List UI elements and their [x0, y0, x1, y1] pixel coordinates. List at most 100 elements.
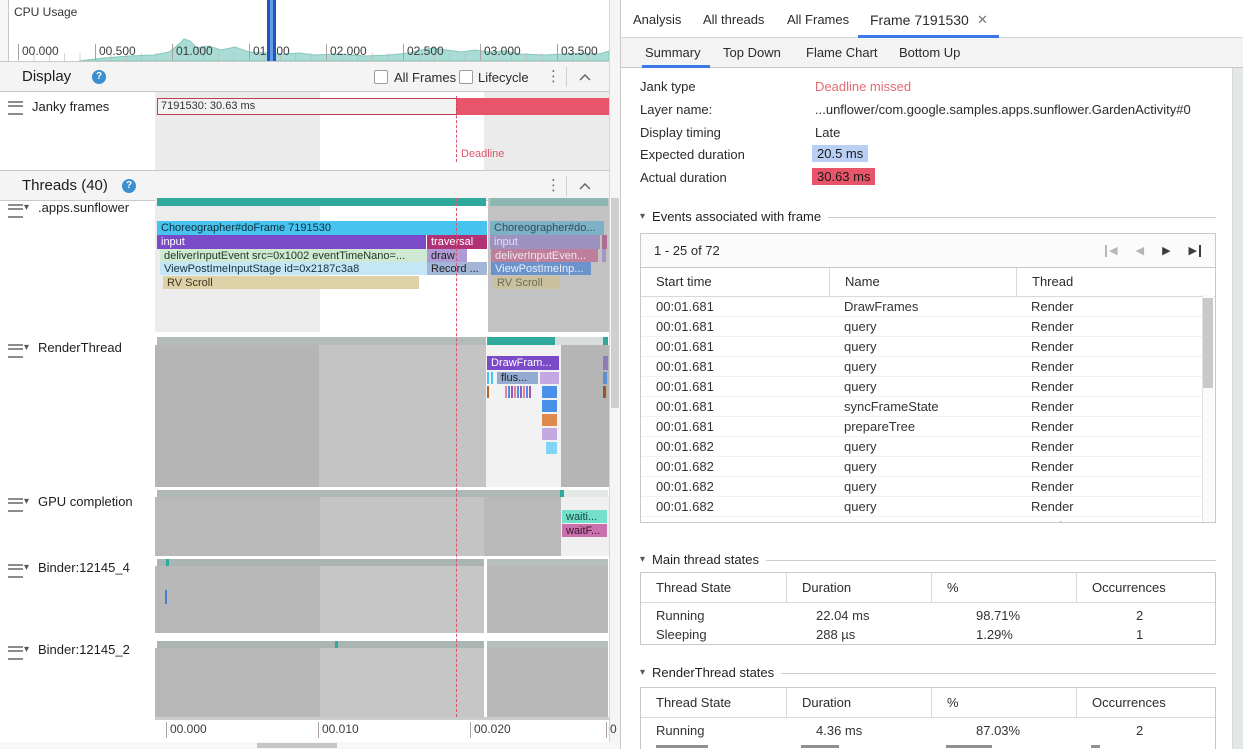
vertical-scrollbar-thumb[interactable]: [611, 198, 619, 408]
tab-analysis[interactable]: Analysis: [633, 12, 681, 27]
trace-event-sliver[interactable]: [602, 249, 606, 262]
table-row[interactable]: 00:01.681syncFrameStateRender: [641, 397, 1215, 417]
trace-event-deliver-input-dim[interactable]: deliverInputEven...: [491, 249, 598, 262]
janky-frame-chip[interactable]: 7191530: 30.63 ms: [157, 98, 457, 115]
table-row[interactable]: 00:01.681queryRender: [641, 317, 1215, 337]
expand-triangle-icon[interactable]: ▾: [24, 563, 29, 573]
tab-frame-7191530[interactable]: Frame 7191530: [870, 12, 969, 28]
expand-triangle-icon[interactable]: ▾: [24, 497, 29, 507]
trace-event-block[interactable]: [546, 442, 557, 454]
trace-event-view-post-ime[interactable]: ViewPostImeInputStage id=0x2187c3a8: [160, 262, 427, 275]
trace-event-input-dim[interactable]: input: [490, 235, 600, 249]
trace-event-block[interactable]: [542, 386, 557, 398]
prev-page-button[interactable]: ◀: [1136, 245, 1144, 257]
table-row[interactable]: 00:01.681prepareTreeRender: [641, 417, 1215, 437]
tab-flame-chart[interactable]: Flame Chart: [806, 45, 878, 60]
trace-event-record[interactable]: Record ...: [427, 262, 487, 275]
drag-handle-icon[interactable]: [8, 498, 23, 512]
trace-event-sliver[interactable]: [603, 356, 608, 370]
thread-label-renderthread[interactable]: RenderThread: [38, 340, 122, 355]
collapse-chevron-icon[interactable]: [579, 74, 591, 81]
thread-label-binder4[interactable]: Binder:12145_4: [38, 560, 130, 575]
trace-event-block[interactable]: [542, 428, 557, 440]
collapse-triangle-icon[interactable]: ▾: [640, 212, 645, 222]
trace-event-sliver[interactable]: [165, 590, 167, 604]
table-row[interactable]: 00:01.681DrawFramesRender: [641, 297, 1215, 317]
drag-handle-icon[interactable]: [8, 101, 23, 115]
all-frames-checkbox[interactable]: [374, 70, 388, 84]
thread-label-gpu-completion[interactable]: GPU completion: [38, 494, 133, 509]
column-header-thread-state[interactable]: Thread State: [641, 688, 786, 717]
horizontal-scrollbar-thumb[interactable]: [257, 743, 337, 748]
column-header-thread[interactable]: Thread: [1016, 268, 1215, 296]
table-row[interactable]: 00:01.681queryRender: [641, 357, 1215, 377]
table-row[interactable]: Running22.04 ms98.71%2: [641, 606, 1215, 625]
tab-all-frames[interactable]: All Frames: [787, 12, 849, 27]
tab-top-down[interactable]: Top Down: [723, 45, 781, 60]
lifecycle-checkbox[interactable]: [459, 70, 473, 84]
next-page-button[interactable]: ▶: [1162, 245, 1170, 257]
column-header-occurrences[interactable]: Occurrences: [1076, 573, 1215, 602]
trace-event-input[interactable]: input: [157, 235, 426, 249]
trace-event-stripes[interactable]: [505, 386, 532, 398]
trace-event-block[interactable]: [542, 400, 557, 412]
column-header-duration[interactable]: Duration: [786, 688, 931, 717]
drag-handle-icon[interactable]: [8, 204, 23, 218]
collapse-chevron-icon[interactable]: [579, 183, 591, 190]
thread-label-sunflower[interactable]: .apps.sunflower: [38, 200, 129, 215]
all-frames-checkbox-label[interactable]: All Frames: [394, 70, 456, 85]
tab-summary[interactable]: Summary: [645, 45, 701, 60]
trace-event-block[interactable]: [542, 414, 557, 426]
trace-event-sliver[interactable]: [487, 372, 489, 384]
trace-event-sliver[interactable]: [540, 372, 559, 384]
help-icon[interactable]: ?: [92, 70, 106, 84]
trace-event-sliver[interactable]: [602, 235, 607, 249]
trace-event-deliver-input[interactable]: deliverInputEvent src=0x1002 eventTimeNa…: [160, 249, 427, 262]
column-header-start-time[interactable]: Start time: [641, 268, 829, 296]
drag-handle-icon[interactable]: [8, 344, 23, 358]
trace-event-sliver[interactable]: [487, 386, 489, 398]
trace-event-view-post-ime-dim[interactable]: ViewPostImeInp...: [491, 262, 591, 275]
last-page-button[interactable]: ▶: [1189, 245, 1201, 257]
trace-event-waitfence[interactable]: waitF...: [562, 524, 607, 537]
trace-event-choreographer-dim[interactable]: Choreographer#do...: [490, 221, 604, 235]
kebab-menu-icon[interactable]: ⋮: [546, 178, 561, 193]
table-row[interactable]: 00:01.682queryRender: [641, 437, 1215, 457]
events-scrollbar-thumb[interactable]: [1203, 298, 1213, 388]
table-row[interactable]: 00:01.682queryRender: [641, 477, 1215, 497]
kebab-menu-icon[interactable]: ⋮: [546, 69, 561, 84]
help-icon[interactable]: ?: [122, 179, 136, 193]
table-row[interactable]: 00:01.682queryRender: [641, 497, 1215, 517]
trace-event-flush[interactable]: flus...: [497, 372, 538, 384]
expand-triangle-icon[interactable]: ▾: [24, 343, 29, 353]
trace-event-rv-scroll[interactable]: RV Scroll: [163, 276, 419, 289]
table-row[interactable]: 00:01.682queryRender: [641, 457, 1215, 477]
trace-event-draw[interactable]: draw: [427, 249, 467, 262]
column-header-thread-state[interactable]: Thread State: [641, 573, 786, 602]
collapse-triangle-icon[interactable]: ▾: [640, 555, 645, 565]
trace-event-choreographer[interactable]: Choreographer#doFrame 7191530: [157, 221, 487, 235]
drag-handle-icon[interactable]: [8, 564, 23, 578]
close-icon[interactable]: ✕: [977, 12, 988, 28]
column-header-percent[interactable]: %: [931, 573, 1076, 602]
table-row[interactable]: Sleeping288 µs1.29%1: [641, 625, 1215, 644]
thread-label-binder2[interactable]: Binder:12145_2: [38, 642, 130, 657]
trace-event-drawframes[interactable]: DrawFram...: [487, 356, 559, 370]
trace-event-sliver[interactable]: [603, 386, 606, 398]
table-row[interactable]: 00:01.681queryRender: [641, 337, 1215, 357]
trace-event-traversal[interactable]: traversal: [427, 235, 487, 249]
expand-triangle-icon[interactable]: ▾: [24, 203, 29, 213]
selection-range-handle-right[interactable]: [273, 0, 276, 61]
lifecycle-checkbox-label[interactable]: Lifecycle: [478, 70, 529, 85]
tab-all-threads[interactable]: All threads: [703, 12, 764, 27]
trace-event-sliver[interactable]: [603, 372, 607, 384]
panel-scrollbar-track[interactable]: [1232, 68, 1243, 749]
first-page-button[interactable]: ◀: [1105, 245, 1117, 257]
column-header-percent[interactable]: %: [931, 688, 1076, 717]
table-row[interactable]: 00:01.682queryRender: [641, 517, 1215, 523]
trace-event-waiting[interactable]: waiti...: [562, 510, 607, 523]
tab-bottom-up[interactable]: Bottom Up: [899, 45, 960, 60]
table-row[interactable]: 00:01.681queryRender: [641, 377, 1215, 397]
column-header-occurrences[interactable]: Occurrences: [1076, 688, 1215, 717]
trace-event-sliver[interactable]: [491, 372, 493, 384]
